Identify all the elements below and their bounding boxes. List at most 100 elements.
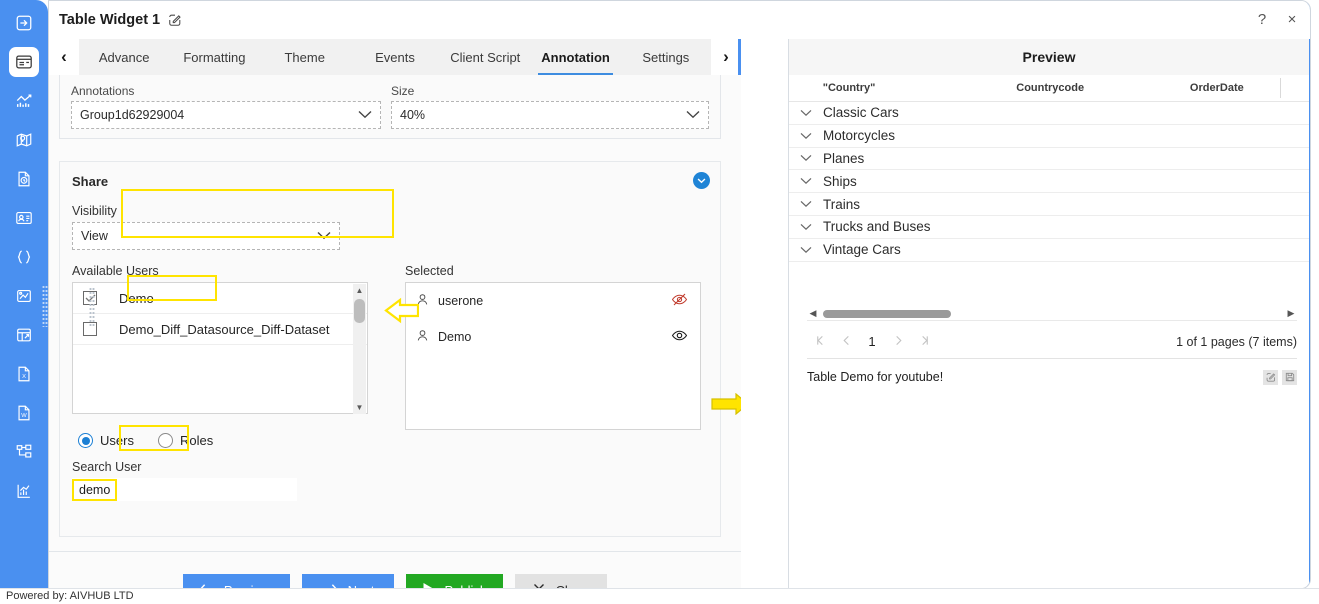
column-header-countrycode[interactable]: Countrycode bbox=[1016, 82, 1190, 94]
column-header-country[interactable]: "Country" bbox=[823, 82, 1017, 94]
publish-button[interactable]: Publish bbox=[406, 574, 504, 588]
pencil-square-icon[interactable] bbox=[1263, 369, 1278, 385]
search-user-input[interactable]: demo bbox=[72, 478, 297, 501]
expand-chevron-icon[interactable] bbox=[789, 223, 823, 231]
window-controls: ? × bbox=[1252, 9, 1302, 29]
table-row[interactable]: Vintage Cars bbox=[789, 239, 1309, 262]
table-row[interactable]: Ships bbox=[789, 170, 1309, 194]
row-label: Motorcycles bbox=[823, 128, 896, 144]
preview-horizontal-scrollbar[interactable]: ◀ ▶ bbox=[807, 307, 1297, 321]
preview-table-body: Classic Cars Motorcycles Planes Ships Tr… bbox=[789, 102, 1309, 262]
word-file-icon[interactable]: W bbox=[9, 398, 39, 428]
available-users-label: Available Users bbox=[72, 264, 159, 278]
expand-chevron-icon[interactable] bbox=[789, 177, 823, 185]
prev-page-button[interactable] bbox=[833, 334, 859, 349]
table-row[interactable]: Trains bbox=[789, 193, 1309, 216]
tab-scroll-left-button[interactable]: ‹ bbox=[49, 39, 79, 75]
search-user-label: Search User bbox=[72, 460, 142, 474]
tab-theme[interactable]: Theme bbox=[260, 39, 350, 75]
close-button[interactable]: Close bbox=[515, 574, 608, 588]
table-widget-icon[interactable] bbox=[9, 320, 39, 350]
last-page-button[interactable] bbox=[911, 334, 937, 349]
map-pin-icon[interactable] bbox=[9, 125, 39, 155]
expand-chevron-icon[interactable] bbox=[789, 154, 823, 162]
left-icon-rail: X W bbox=[0, 0, 48, 589]
hscroll-track[interactable] bbox=[819, 307, 1285, 321]
list-item[interactable]: Demo bbox=[406, 319, 700, 355]
radio-users[interactable]: Users bbox=[72, 430, 140, 451]
available-users-list[interactable]: Demo Demo_Diff_Datasource_Diff-Dataset ▲… bbox=[72, 282, 368, 414]
search-user-value: demo bbox=[72, 478, 118, 501]
radio-roles-label: Roles bbox=[179, 433, 214, 448]
row-label: Ships bbox=[823, 173, 857, 189]
save-disk-icon[interactable] bbox=[1282, 369, 1297, 385]
list-item[interactable]: Demo_Diff_Datasource_Diff-Dataset bbox=[73, 314, 367, 345]
dialog-title-bar: Table Widget 1 ? × bbox=[49, 1, 1310, 39]
expand-chevron-icon[interactable] bbox=[789, 200, 823, 208]
tab-events[interactable]: Events bbox=[350, 39, 440, 75]
scroll-left-arrow-icon[interactable]: ◀ bbox=[807, 308, 819, 319]
annotations-value: Group1d62929004 bbox=[80, 108, 185, 122]
visibility-dropdown[interactable]: View bbox=[72, 222, 340, 250]
radio-users-dot[interactable] bbox=[78, 433, 93, 448]
image-chart-icon[interactable] bbox=[9, 281, 39, 311]
list-item[interactable]: userone bbox=[406, 283, 700, 319]
current-page-number[interactable]: 1 bbox=[859, 334, 885, 349]
column-divider bbox=[1280, 78, 1281, 98]
dashboard-icon[interactable] bbox=[9, 47, 39, 77]
table-widget-dialog: Table Widget 1 ? × ‹ Advance Formatting … bbox=[48, 0, 1311, 589]
column-header-orderdate[interactable]: OrderDate bbox=[1190, 82, 1309, 94]
tab-annotation[interactable]: Annotation bbox=[530, 39, 620, 75]
tab-formatting[interactable]: Formatting bbox=[169, 39, 259, 75]
scroll-right-arrow-icon[interactable]: ▶ bbox=[1285, 308, 1297, 319]
expand-chevron-icon[interactable] bbox=[789, 109, 823, 117]
analytics-chart-icon[interactable] bbox=[9, 86, 39, 116]
share-section-title: Share bbox=[72, 174, 109, 189]
preview-pagination: 1 1 of 1 pages (7 items) bbox=[807, 325, 1297, 359]
radio-roles[interactable]: Roles bbox=[152, 430, 219, 451]
scrollbar-thumb[interactable] bbox=[823, 309, 951, 318]
annotations-dropdown[interactable]: Group1d62929004 bbox=[71, 101, 381, 129]
pencil-square-icon[interactable] bbox=[168, 13, 182, 27]
table-row[interactable]: Motorcycles bbox=[789, 125, 1309, 148]
radio-roles-dot[interactable] bbox=[157, 433, 173, 448]
tab-scroll-right-button[interactable]: › bbox=[711, 39, 741, 75]
available-user-name: Demo bbox=[119, 290, 154, 306]
tab-settings[interactable]: Settings bbox=[621, 39, 711, 75]
visibility-group: Visibility View bbox=[72, 204, 348, 254]
previous-button[interactable]: Previous bbox=[182, 574, 291, 588]
code-braces-icon[interactable] bbox=[9, 242, 39, 272]
scroll-up-arrow-icon[interactable]: ▲ bbox=[356, 284, 364, 297]
tab-client-script[interactable]: Client Script bbox=[440, 39, 530, 75]
bar-chart-icon[interactable] bbox=[9, 476, 39, 506]
next-button[interactable]: Next bbox=[302, 574, 395, 588]
eye-slash-icon[interactable] bbox=[671, 291, 688, 311]
expand-chevron-icon[interactable] bbox=[789, 246, 823, 254]
settings-pane: ‹ Advance Formatting Theme Events Client… bbox=[49, 39, 779, 588]
next-page-button[interactable] bbox=[885, 334, 911, 349]
help-button[interactable]: ? bbox=[1252, 9, 1272, 29]
scroll-down-arrow-icon[interactable]: ▼ bbox=[356, 401, 364, 414]
list-item[interactable]: Demo bbox=[73, 283, 367, 314]
size-dropdown[interactable]: 40% bbox=[391, 101, 709, 129]
selected-user-name: userone bbox=[438, 294, 484, 308]
annotations-label: Annotations bbox=[71, 84, 135, 98]
scrollbar-thumb[interactable] bbox=[354, 299, 365, 323]
table-row[interactable]: Classic Cars bbox=[789, 102, 1309, 125]
id-card-icon[interactable] bbox=[9, 203, 39, 233]
pane-splitter-grip[interactable] bbox=[89, 287, 95, 327]
document-clock-icon[interactable] bbox=[9, 164, 39, 194]
table-row[interactable]: Trucks and Buses bbox=[789, 216, 1309, 239]
tab-advance[interactable]: Advance bbox=[79, 39, 169, 75]
expand-chevron-icon[interactable] bbox=[789, 132, 823, 140]
table-row[interactable]: Planes bbox=[789, 148, 1309, 171]
share-card: Share Visibility View Available Users De… bbox=[59, 161, 721, 537]
first-page-button[interactable] bbox=[807, 334, 833, 349]
export-icon[interactable] bbox=[9, 8, 39, 38]
close-icon[interactable]: × bbox=[1282, 9, 1302, 29]
excel-file-icon[interactable]: X bbox=[9, 359, 39, 389]
hierarchy-icon[interactable] bbox=[9, 437, 39, 467]
chevron-down-circle-icon[interactable] bbox=[693, 172, 710, 189]
pane-divider bbox=[741, 39, 789, 588]
eye-icon[interactable] bbox=[671, 327, 688, 347]
